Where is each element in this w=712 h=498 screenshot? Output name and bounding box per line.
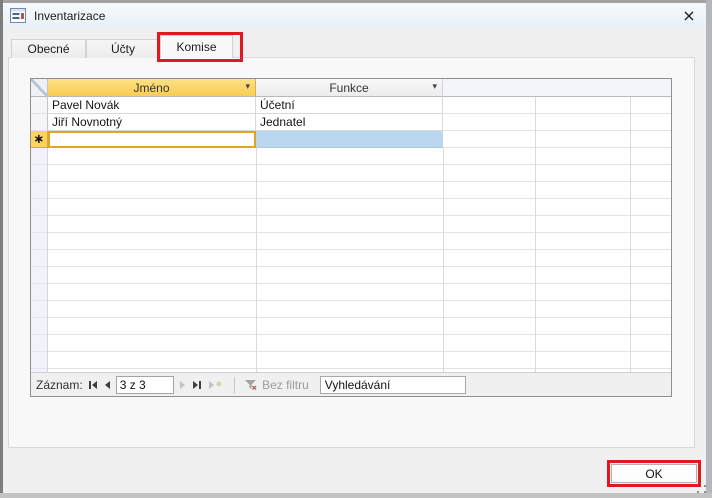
new-record-selector[interactable]: ∗ (31, 131, 48, 148)
select-all-corner[interactable] (31, 79, 48, 97)
ok-button[interactable]: OK (611, 464, 697, 483)
cell-jmeno[interactable]: Jiří Novnotný (48, 114, 256, 131)
header-filler (443, 79, 671, 97)
window-border-left (0, 0, 3, 498)
navigator-separator (234, 377, 235, 393)
window-border-bottom (0, 493, 712, 498)
filter-label: Bez filtru (262, 378, 309, 392)
new-record-cell-jmeno[interactable] (48, 131, 256, 148)
window-title: Inventarizace (34, 9, 105, 23)
gridline (535, 97, 536, 372)
window-border-right (706, 0, 712, 498)
cell-funkce[interactable]: Jednatel (256, 114, 443, 131)
gridline (630, 97, 631, 372)
title-bar: Inventarizace (3, 3, 706, 28)
filter-status[interactable]: Bez filtru (244, 378, 309, 392)
empty-grid (48, 148, 443, 372)
row-selector[interactable] (31, 114, 48, 131)
next-record-icon[interactable] (178, 377, 187, 393)
new-record-cell-funkce[interactable] (256, 131, 443, 148)
record-navigator: Záznam: ∗ Bez filtru (31, 372, 671, 396)
row-selector-strip (31, 148, 48, 372)
filter-icon (244, 378, 257, 391)
gridline (443, 148, 444, 372)
column-header-funkce[interactable]: Funkce ▾ (256, 79, 443, 97)
column-dropdown-icon[interactable]: ▾ (432, 83, 437, 92)
tab-ucty[interactable]: Účty (86, 39, 160, 58)
search-input[interactable] (320, 376, 466, 394)
datasheet: Jméno ▾ Funkce ▾ Pavel Novák Účetní Jiří… (30, 78, 672, 397)
previous-record-icon[interactable] (103, 377, 112, 393)
column-header-jmeno-label: Jméno (133, 81, 169, 95)
new-record-icon: ∗ (34, 133, 45, 146)
gridline (256, 148, 257, 372)
cell-funkce[interactable]: Účetní (256, 97, 443, 114)
new-blank-record-icon[interactable]: ∗ (207, 377, 225, 393)
column-header-jmeno[interactable]: Jméno ▾ (48, 79, 256, 97)
cell-jmeno[interactable]: Pavel Novák (48, 97, 256, 114)
form-icon (10, 8, 26, 23)
resize-grip[interactable] (696, 483, 707, 494)
record-position-input[interactable] (116, 376, 174, 394)
column-header-funkce-label: Funkce (329, 81, 368, 95)
row-selector[interactable] (31, 97, 48, 114)
tab-komise[interactable]: Komise (160, 35, 233, 58)
record-navigator-label: Záznam: (36, 378, 83, 392)
column-dropdown-icon[interactable]: ▾ (245, 83, 250, 92)
last-record-icon[interactable] (191, 377, 203, 393)
close-icon[interactable]: × (674, 3, 704, 28)
tab-obecne[interactable]: Obecné (11, 39, 86, 58)
first-record-icon[interactable] (87, 377, 99, 393)
grid-filler (443, 97, 671, 372)
dialog-window: Inventarizace × Obecné Účty Komise Jméno… (0, 0, 712, 498)
